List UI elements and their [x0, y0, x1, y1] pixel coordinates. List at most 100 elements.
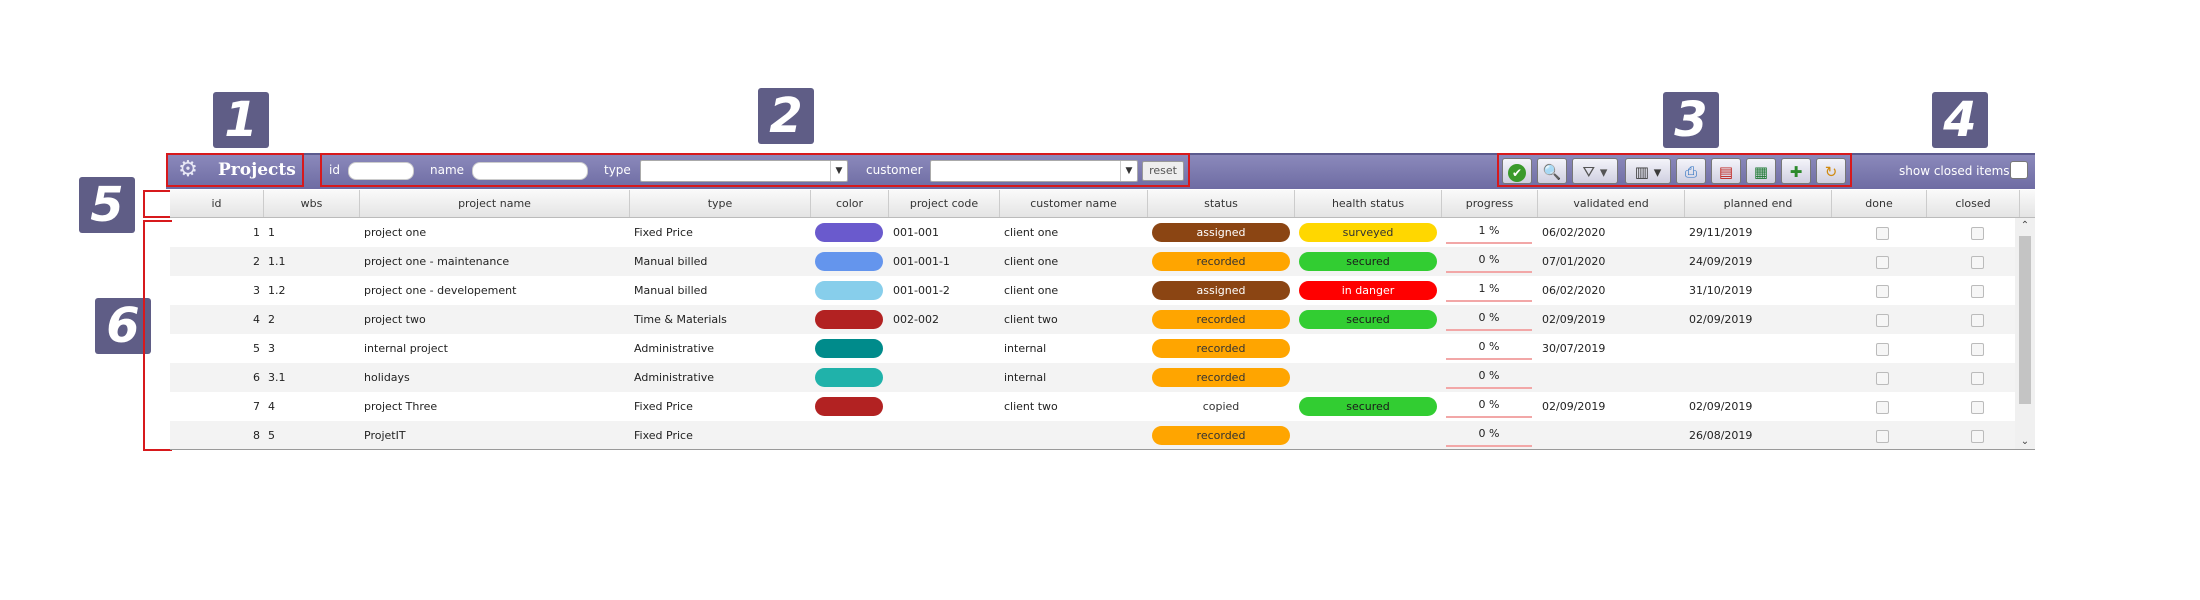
closed-checkbox[interactable] [1971, 285, 1984, 298]
done-checkbox[interactable] [1876, 256, 1889, 269]
cell-wbs: 1.1 [268, 255, 286, 268]
status-badge: copied [1202, 400, 1240, 413]
cell-validated: 02/09/2019 [1542, 400, 1606, 413]
color-swatch [815, 339, 883, 358]
show-closed-checkbox[interactable] [2010, 161, 2028, 179]
closed-checkbox[interactable] [1971, 372, 1984, 385]
status-badge: assigned [1152, 281, 1290, 300]
health-status-badge: secured [1299, 397, 1437, 416]
cell-closed [1927, 392, 2015, 421]
done-checkbox[interactable] [1876, 372, 1889, 385]
cell-type: Fixed Price [634, 400, 693, 413]
cell-planned: 24/09/2019 [1689, 255, 1753, 268]
cell-planned: 31/10/2019 [1689, 284, 1753, 297]
cell-color [811, 218, 889, 247]
cell-planned: 26/08/2019 [1689, 429, 1753, 442]
progress-bar [1446, 445, 1532, 447]
col-header-customer-name[interactable]: customer name [1000, 190, 1148, 217]
col-header-validated-end[interactable]: validated end [1538, 190, 1685, 217]
cell-done [1832, 363, 1927, 392]
closed-checkbox[interactable] [1971, 227, 1984, 240]
table-row[interactable]: 3 1.2 project one - developement Manual bil… [170, 276, 2015, 305]
scrollbar-thumb[interactable] [2019, 236, 2031, 404]
col-header-type[interactable]: type [630, 190, 811, 217]
cell-id: 1 [253, 226, 260, 239]
closed-checkbox[interactable] [1971, 314, 1984, 327]
col-header-project-name[interactable]: project name [360, 190, 630, 217]
cell-done [1832, 247, 1927, 276]
cell-validated [1538, 363, 1685, 392]
cell-customer: client one [1004, 284, 1059, 297]
cell-code [889, 363, 1000, 392]
vertical-scrollbar[interactable]: ⌃ ⌄ [2015, 218, 2035, 450]
status-badge: recorded [1152, 426, 1290, 445]
cell-name: internal project [364, 342, 448, 355]
done-checkbox[interactable] [1876, 285, 1889, 298]
closed-checkbox[interactable] [1971, 430, 1984, 443]
grid-header: id wbs project name type color project c… [170, 190, 2035, 218]
done-checkbox[interactable] [1876, 227, 1889, 240]
cell-health: secured [1295, 305, 1442, 334]
table-row[interactable]: 7 4 project Three Fixed Price client two copi… [170, 392, 2015, 421]
cell-validated: 30/07/2019 [1542, 342, 1606, 355]
closed-checkbox[interactable] [1971, 256, 1984, 269]
cell-planned: 29/11/2019 [1689, 226, 1753, 239]
table-row[interactable]: 2 1.1 project one - maintenance Manual bill… [170, 247, 2015, 276]
cell-done [1832, 392, 1927, 421]
color-swatch [815, 397, 883, 416]
col-header-health-status[interactable]: health status [1295, 190, 1442, 217]
col-header-planned-end[interactable]: planned end [1685, 190, 1832, 217]
scroll-down-icon[interactable]: ⌄ [2015, 434, 2035, 450]
callout-box-filters [320, 153, 1190, 187]
cell-progress: 0 % [1442, 247, 1538, 276]
status-badge: assigned [1152, 223, 1290, 242]
cell-id: 6 [253, 371, 260, 384]
cell-type: Manual billed [634, 284, 708, 297]
col-header-color[interactable]: color [811, 190, 889, 217]
done-checkbox[interactable] [1876, 314, 1889, 327]
cell-code: 001-001-2 [893, 284, 950, 297]
cell-validated [1538, 421, 1685, 450]
table-row[interactable]: 6 3.1 holidays Administrative internal record… [170, 363, 2015, 392]
table-row[interactable]: 5 3 internal project Administrative internal… [170, 334, 2015, 363]
callout-5: 5 [79, 177, 135, 233]
cell-health [1295, 421, 1442, 450]
col-header-wbs[interactable]: wbs [264, 190, 360, 217]
done-checkbox[interactable] [1876, 401, 1889, 414]
callout-4: 4 [1932, 92, 1988, 148]
progress-bar [1446, 242, 1532, 244]
cell-closed [1927, 218, 2015, 247]
progress-value: 1 % [1478, 224, 1500, 237]
closed-checkbox[interactable] [1971, 343, 1984, 356]
cell-done [1832, 421, 1927, 450]
cell-wbs: 3.1 [268, 371, 286, 384]
col-header-id[interactable]: id [170, 190, 264, 217]
done-checkbox[interactable] [1876, 430, 1889, 443]
cell-health [1295, 363, 1442, 392]
cell-name: ProjetIT [364, 429, 406, 442]
table-row[interactable]: 8 5 ProjetIT Fixed Price recorded 0 % 26/08/20… [170, 421, 2015, 450]
col-header-project-code[interactable]: project code [889, 190, 1000, 217]
col-header-closed[interactable]: closed [1927, 190, 2020, 217]
health-status-badge: surveyed [1299, 223, 1437, 242]
closed-checkbox[interactable] [1971, 401, 1984, 414]
table-row[interactable]: 1 1 project one Fixed Price 001-001 client on… [170, 218, 2015, 247]
table-row[interactable]: 4 2 project two Time & Materials 002-002 clie… [170, 305, 2015, 334]
cell-validated: 06/02/2020 [1542, 226, 1606, 239]
col-header-progress[interactable]: progress [1442, 190, 1538, 217]
cell-color [811, 392, 889, 421]
progress-bar [1446, 271, 1532, 273]
cell-code: 001-001 [893, 226, 939, 239]
health-status-badge: secured [1299, 310, 1437, 329]
col-header-done[interactable]: done [1832, 190, 1927, 217]
cell-name: holidays [364, 371, 410, 384]
cell-closed [1927, 334, 2015, 363]
col-header-status[interactable]: status [1148, 190, 1295, 217]
scroll-up-icon[interactable]: ⌃ [2015, 218, 2035, 234]
cell-progress: 1 % [1442, 276, 1538, 305]
cell-name: project one - developement [364, 284, 517, 297]
done-checkbox[interactable] [1876, 343, 1889, 356]
color-swatch [815, 310, 883, 329]
cell-name: project Three [364, 400, 438, 413]
cell-closed [1927, 276, 2015, 305]
